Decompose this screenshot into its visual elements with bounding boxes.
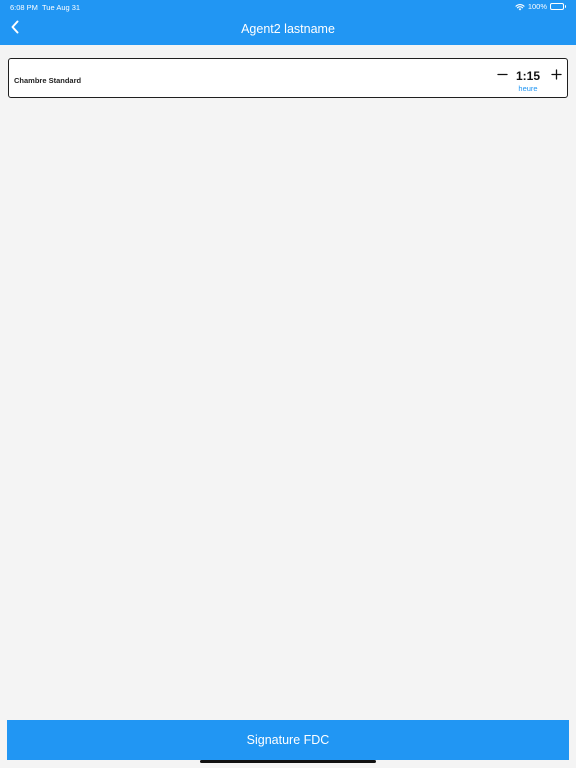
status-time: 6:08 PM <box>10 3 38 12</box>
status-right: 100% <box>515 2 566 11</box>
increment-button[interactable] <box>549 69 563 83</box>
duration-unit: heure <box>518 84 538 93</box>
duration-value: 1:15 <box>515 69 541 83</box>
status-bar: 6:08 PM Tue Aug 31 100% <box>0 0 576 14</box>
decrement-button[interactable] <box>495 69 509 83</box>
top-bar: 6:08 PM Tue Aug 31 100% Agent2 lastname <box>0 0 576 45</box>
room-name: Chambre Standard <box>14 76 82 85</box>
signature-button[interactable]: Signature FDC <box>7 720 569 760</box>
page-title: Agent2 lastname <box>241 22 335 36</box>
wifi-icon <box>515 3 525 11</box>
battery-percent: 100% <box>527 2 547 11</box>
minus-icon <box>496 67 508 85</box>
duration-stepper: 1:15 heure <box>495 59 567 99</box>
app-screen: 6:08 PM Tue Aug 31 100% Agent2 lastname … <box>0 0 576 768</box>
home-indicator[interactable] <box>200 760 376 763</box>
plus-icon <box>550 67 562 85</box>
battery-icon <box>550 3 566 10</box>
nav-bar: Agent2 lastname <box>0 14 576 45</box>
status-date: Tue Aug 31 <box>42 3 81 12</box>
room-card: Chambre Standard 1:15 heure <box>8 58 568 98</box>
